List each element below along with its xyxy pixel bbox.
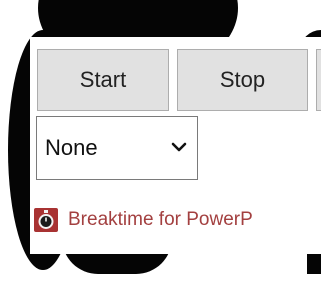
addin-link[interactable]: Breaktime for PowerP — [68, 209, 253, 231]
partial-button[interactable] — [316, 49, 321, 111]
chevron-down-icon — [171, 142, 187, 152]
addin-panel: Start Stop None Breaktime for PowerP — [30, 37, 321, 254]
start-button[interactable]: Start — [37, 49, 169, 111]
stopwatch-icon — [34, 208, 58, 232]
addin-footer: Breaktime for PowerP — [34, 205, 253, 235]
mode-select[interactable]: None — [36, 116, 198, 180]
mode-select-value: None — [45, 135, 98, 160]
stop-button[interactable]: Stop — [177, 49, 308, 111]
